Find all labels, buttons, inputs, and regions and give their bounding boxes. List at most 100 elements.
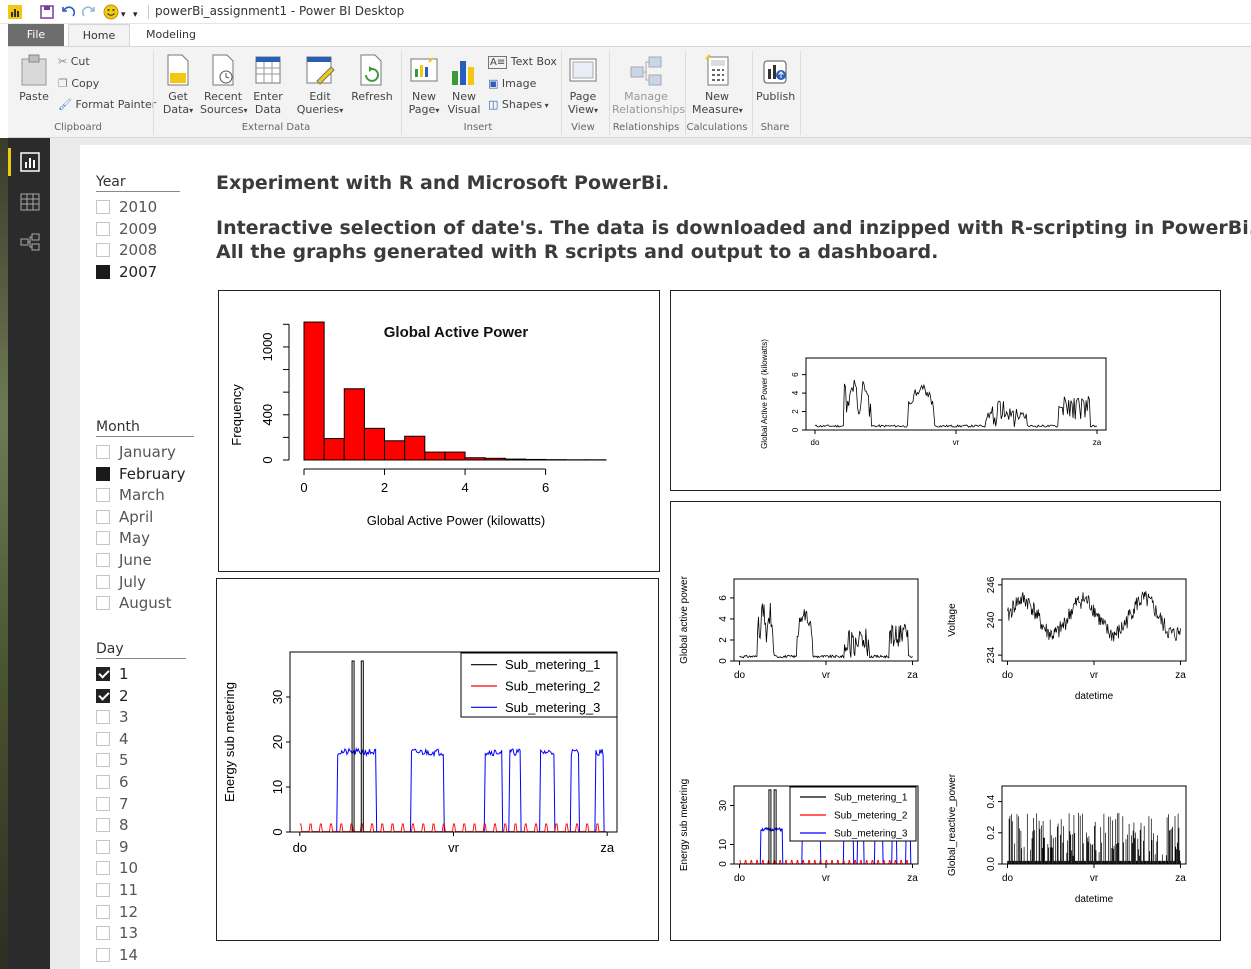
redo-icon[interactable] xyxy=(82,5,96,19)
y-tick-label: 0 xyxy=(718,861,729,867)
x-tick-label: za xyxy=(907,670,918,681)
year-slicer-title: Year xyxy=(96,174,126,190)
chevron-down-icon: ▾ xyxy=(243,106,248,115)
x-tick-label: do xyxy=(734,873,746,884)
manage-relationships-button[interactable]: Manage Relationships xyxy=(612,53,685,116)
histogram-chart: Global Active Power 0 2 4 6 0 400 1000 Global Ac… xyxy=(229,321,607,528)
enter-data-button[interactable]: Enter Data xyxy=(250,53,286,116)
tab-modeling[interactable]: Modeling xyxy=(140,24,202,46)
checkbox[interactable] xyxy=(96,574,110,589)
checkbox[interactable] xyxy=(96,753,110,768)
y-tick-label: 10 xyxy=(718,839,729,851)
relationships-icon xyxy=(630,56,662,86)
chart-panel-grid[interactable]: do vr za 0 2 4 6 Global active power do vr za 234 24… xyxy=(670,501,1221,941)
legend-label: Sub_metering_1 xyxy=(505,657,600,672)
checkbox[interactable] xyxy=(96,926,110,941)
checkbox[interactable] xyxy=(96,731,110,746)
checkmark-icon[interactable] xyxy=(96,688,110,703)
checkbox[interactable] xyxy=(96,839,110,854)
recent-sources-label-2: Sources xyxy=(200,103,244,116)
refresh-button[interactable]: Refresh xyxy=(350,53,394,103)
data-view-icon[interactable] xyxy=(20,192,40,212)
cut-button[interactable]: ✂ Cut xyxy=(58,55,90,68)
recent-sources-button[interactable]: Recent Sources▾ xyxy=(200,53,248,117)
format-painter-label: Format Painter xyxy=(75,98,157,111)
checkmark-icon[interactable] xyxy=(96,667,110,681)
chevron-down-icon: ▾ xyxy=(339,106,344,115)
checkbox[interactable] xyxy=(96,445,110,459)
customize-toolbar-icon[interactable]: ▾ xyxy=(133,7,138,23)
checkbox[interactable] xyxy=(96,509,110,524)
checkbox[interactable] xyxy=(96,818,110,833)
manage-relationships-label-1: Manage xyxy=(624,90,668,103)
chart-panel-histogram[interactable]: Global Active Power 0 2 4 6 0 400 1000 Global Ac… xyxy=(218,290,660,572)
tab-file[interactable]: File xyxy=(8,24,64,46)
checkbox[interactable] xyxy=(96,221,110,236)
report-view-icon[interactable] xyxy=(20,152,40,172)
smiley-icon[interactable] xyxy=(103,4,119,20)
refresh-label: Refresh xyxy=(351,90,393,103)
x-tick-label: do xyxy=(811,438,820,447)
new-page-label-1: New xyxy=(412,90,436,103)
group-relationships-label: Relationships xyxy=(612,122,680,133)
x-tick-label: 4 xyxy=(461,480,468,495)
histogram-bar xyxy=(444,451,466,461)
get-data-button[interactable]: Get Data▾ xyxy=(160,53,196,117)
format-painter-button[interactable]: 🖌 Format Painter xyxy=(58,98,156,111)
page-view-button[interactable]: Page View▾ xyxy=(564,53,602,117)
checkbox[interactable] xyxy=(96,796,110,811)
y-axis-label: Energy sub metering xyxy=(679,779,690,871)
new-page-button[interactable]: New Page▾ xyxy=(406,53,442,117)
edit-queries-button[interactable]: Edit Queries▾ xyxy=(296,53,344,117)
paste-button[interactable]: Paste xyxy=(14,53,54,103)
y-tick-label: 30 xyxy=(718,800,729,812)
checkbox[interactable] xyxy=(96,775,110,789)
chart-panel-active-power[interactable]: do vr za 0 2 4 6 Global Active Power (kilowatts… xyxy=(670,290,1221,491)
legend-label: Sub_metering_2 xyxy=(505,679,600,694)
ribbon-divider xyxy=(800,51,801,135)
save-icon[interactable] xyxy=(40,5,54,19)
checkbox[interactable] xyxy=(96,904,110,919)
checkbox[interactable] xyxy=(96,861,110,876)
image-button[interactable]: ▣ Image xyxy=(488,77,536,90)
checkbox[interactable] xyxy=(96,710,110,725)
chart-panel-sub-metering[interactable]: do vr za 0 10 20 30 Energy sub metering Sub_mete… xyxy=(216,578,659,941)
sub-metering-3-line xyxy=(299,747,607,833)
x-tick-label: za xyxy=(1175,873,1186,884)
undo-icon[interactable] xyxy=(61,5,75,19)
legend-label: Sub_metering_1 xyxy=(834,793,908,804)
histogram-bar xyxy=(524,458,547,461)
checkbox[interactable] xyxy=(96,488,110,503)
new-measure-button[interactable]: New Measure▾ xyxy=(692,53,743,117)
checkbox[interactable] xyxy=(96,243,110,258)
checkbox[interactable] xyxy=(96,883,110,897)
quick-access-dropdown-icon[interactable]: ▾ xyxy=(121,7,126,23)
new-visual-button[interactable]: New Visual xyxy=(446,53,482,116)
checkbox[interactable] xyxy=(96,466,110,481)
publish-button[interactable]: Publish xyxy=(756,53,795,103)
month-slicer-item-label: March xyxy=(119,486,165,505)
table-icon xyxy=(255,56,281,84)
power-series-line xyxy=(739,602,913,659)
cut-label: Cut xyxy=(70,55,90,68)
checkbox[interactable] xyxy=(96,947,110,962)
day-slicer-item-label: 2 xyxy=(119,686,129,705)
new-measure-label-2: Measure xyxy=(692,103,739,116)
checkbox[interactable] xyxy=(96,531,110,546)
checkbox[interactable] xyxy=(96,553,110,567)
shapes-button[interactable]: ◫ Shapes ▾ xyxy=(488,98,549,112)
legend-label: Sub_metering_2 xyxy=(834,811,908,822)
checkbox[interactable] xyxy=(96,596,110,611)
checkbox[interactable] xyxy=(96,264,110,279)
tab-home[interactable]: Home xyxy=(68,24,130,46)
group-external-data-label: External Data xyxy=(241,122,311,133)
x-axis-label: datetime xyxy=(1075,894,1114,905)
day-slicer-item-label: 1 xyxy=(119,665,129,683)
text-box-button[interactable]: A≡ Text Box xyxy=(488,55,557,69)
relationship-view-icon[interactable] xyxy=(20,232,40,252)
copy-button[interactable]: ❐ Copy xyxy=(58,77,99,90)
y-axis-label: Global_reactive_power xyxy=(947,773,958,876)
x-tick-label: do xyxy=(293,840,307,855)
checkbox[interactable] xyxy=(96,200,110,214)
month-slicer-item-label: August xyxy=(119,594,172,613)
